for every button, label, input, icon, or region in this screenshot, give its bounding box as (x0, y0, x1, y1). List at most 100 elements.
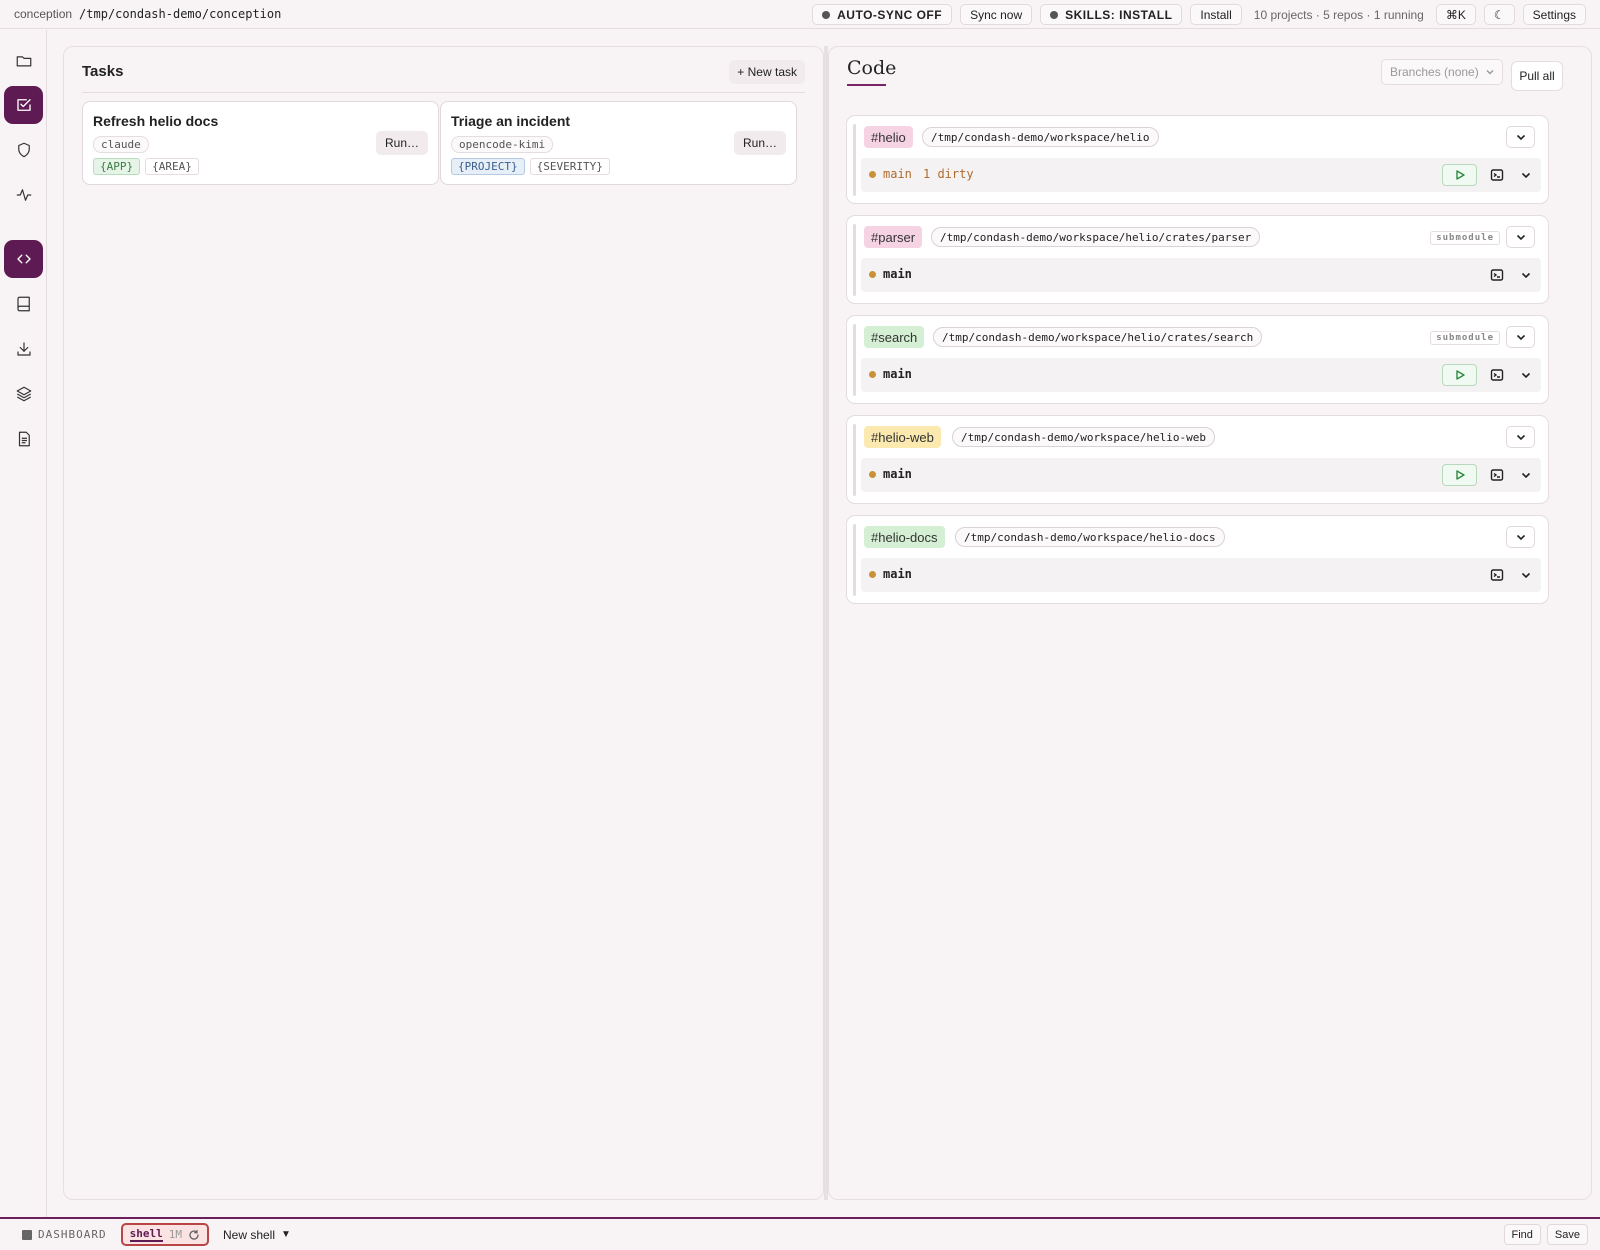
new-shell-label: New shell (222, 1227, 276, 1242)
branch-menu-button[interactable] (1513, 464, 1539, 486)
sync-now-button[interactable]: Sync now (960, 4, 1033, 25)
chevron-down-icon (1521, 172, 1531, 179)
dirty-count: 1 dirty (923, 167, 974, 181)
pull-all-button[interactable]: Pull all (1511, 61, 1563, 91)
branch-status-dot (869, 471, 876, 478)
task-agent-badge: opencode-kimi (451, 136, 554, 153)
command-palette-button[interactable]: ⌘K (1435, 4, 1476, 25)
repo-name[interactable]: #helio (864, 126, 913, 148)
repo-path: /tmp/condash-demo/workspace/helio-docs (955, 527, 1225, 547)
shell-name: shell (129, 1227, 163, 1242)
skills-status[interactable]: SKILLS: INSTALL (1040, 4, 1183, 25)
branch-name: main (883, 367, 912, 381)
branch-name: main (883, 567, 912, 581)
branch-menu-button[interactable] (1513, 564, 1539, 586)
repo-name[interactable]: #helio-docs (864, 526, 945, 548)
terminal-button[interactable] (1483, 364, 1511, 386)
chevron-down-icon (1516, 134, 1525, 141)
play-icon (1455, 170, 1465, 180)
top-bar: conception /tmp/condash-demo/conception … (0, 0, 1600, 29)
new-task-button[interactable]: + New task (729, 60, 805, 84)
caret-down-icon: ▼ (281, 1229, 291, 1240)
new-shell-button[interactable]: New shell ▼ (223, 1228, 291, 1242)
run-button[interactable] (1442, 464, 1477, 486)
install-button[interactable]: Install (1190, 4, 1242, 25)
chevron-down-icon (1516, 334, 1525, 341)
workspace-name: conception (14, 7, 73, 21)
branch-row: main (861, 458, 1541, 492)
expand-button[interactable] (1506, 226, 1535, 248)
rail-layers-button[interactable] (4, 375, 43, 413)
play-icon (1455, 470, 1465, 480)
find-button[interactable]: Find (1503, 1224, 1541, 1245)
chevron-down-icon (1486, 70, 1494, 75)
repo-stripe (853, 424, 856, 496)
repo-stripe (853, 324, 856, 396)
branch-menu-button[interactable] (1513, 164, 1539, 186)
terminal-button[interactable] (1483, 464, 1511, 486)
terminal-icon (1490, 169, 1504, 181)
dashboard-label: DASHBOARD (38, 1228, 107, 1241)
settings-button[interactable]: Settings (1522, 4, 1586, 25)
skills-label: SKILLS: INSTALL (1065, 7, 1173, 22)
run-task-button[interactable]: Run… (733, 131, 786, 155)
terminal-button[interactable] (1483, 564, 1511, 586)
rail-notes-button[interactable] (4, 420, 43, 458)
repo-name[interactable]: #helio-web (864, 426, 941, 448)
submodule-badge: submodule (1430, 331, 1500, 345)
folder-icon (16, 56, 31, 67)
expand-button[interactable] (1506, 426, 1535, 448)
run-button[interactable] (1442, 364, 1477, 386)
refresh-icon[interactable] (188, 1229, 200, 1241)
terminal-button[interactable] (1483, 264, 1511, 286)
rail-projects-button[interactable] (4, 42, 43, 80)
workspace-summary: 10 projects · 5 repos · 1 running (1253, 7, 1424, 22)
expand-button[interactable] (1506, 526, 1535, 548)
save-button[interactable]: Save (1546, 1224, 1588, 1245)
status-dot-icon (822, 10, 831, 19)
branches-label: Branches (none) (1390, 65, 1479, 79)
rail-tasks-button[interactable] (4, 86, 43, 124)
branch-name: main (883, 267, 912, 281)
download-icon (16, 342, 31, 356)
rail-docs-button[interactable] (4, 285, 43, 323)
branch-row: main (861, 558, 1541, 592)
task-agent-badge: claude (93, 136, 149, 153)
dashboard-icon (22, 1229, 32, 1240)
rail-code-button[interactable] (4, 240, 43, 278)
branch-status-dot (869, 371, 876, 378)
rail-activity-button[interactable] (4, 176, 43, 214)
expand-button[interactable] (1506, 326, 1535, 348)
tasks-title: Tasks (82, 63, 124, 80)
branch-menu-button[interactable] (1513, 364, 1539, 386)
repo-path: /tmp/condash-demo/workspace/helio/crates… (931, 227, 1261, 247)
status-dot-icon (1050, 10, 1059, 19)
task-card[interactable]: Triage an incident opencode-kimi Run… {P… (440, 101, 797, 185)
repo-name[interactable]: #parser (864, 226, 923, 248)
task-tag: {AREA} (145, 158, 199, 175)
repo-card: #helio-docs /tmp/condash-demo/workspace/… (846, 515, 1549, 604)
auto-sync-toggle[interactable]: AUTO-SYNC OFF (812, 4, 953, 25)
branch-menu-button[interactable] (1513, 264, 1539, 286)
run-task-button[interactable]: Run… (375, 131, 428, 155)
divider (82, 92, 805, 93)
run-button[interactable] (1442, 164, 1477, 186)
rail-security-button[interactable] (4, 131, 43, 169)
task-card[interactable]: Refresh helio docs claude Run… {APP} {AR… (82, 101, 439, 185)
tasks-icon (16, 99, 31, 111)
chevron-down-icon (1516, 234, 1525, 241)
dashboard-tab[interactable]: DASHBOARD (14, 1224, 115, 1246)
branch-status-dot (869, 571, 876, 578)
rail-downloads-button[interactable] (4, 330, 43, 368)
branches-select[interactable]: Branches (none) (1381, 59, 1503, 85)
shell-tab[interactable]: shell 1M (120, 1223, 209, 1246)
shell-age: 1M (168, 1228, 182, 1241)
repo-stripe (853, 124, 856, 196)
chevron-down-icon (1521, 372, 1531, 379)
terminal-button[interactable] (1483, 164, 1511, 186)
repo-path: /tmp/condash-demo/workspace/helio (922, 127, 1159, 147)
tab-underline (847, 84, 886, 86)
expand-button[interactable] (1506, 126, 1535, 148)
repo-name[interactable]: #search (864, 326, 925, 348)
theme-toggle-button[interactable]: ☾ (1483, 4, 1515, 25)
